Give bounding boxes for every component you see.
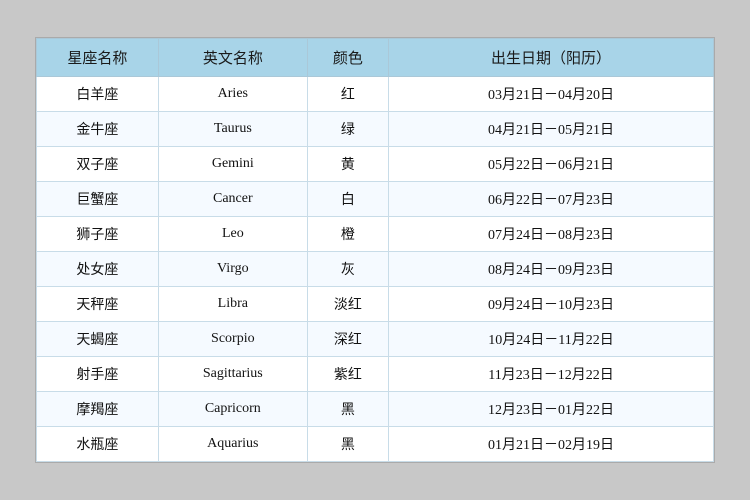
- cell-cn: 处女座: [37, 252, 159, 287]
- cell-cn: 白羊座: [37, 77, 159, 112]
- cell-color: 淡红: [307, 287, 388, 322]
- table-row: 水瓶座Aquarius黑01月21日－02月19日: [37, 427, 714, 462]
- cell-cn: 巨蟹座: [37, 182, 159, 217]
- cell-cn: 双子座: [37, 147, 159, 182]
- cell-cn: 射手座: [37, 357, 159, 392]
- cell-en: Gemini: [158, 147, 307, 182]
- cell-cn: 水瓶座: [37, 427, 159, 462]
- table-row: 狮子座Leo橙07月24日－08月23日: [37, 217, 714, 252]
- cell-cn: 狮子座: [37, 217, 159, 252]
- cell-date: 04月21日－05月21日: [389, 112, 714, 147]
- cell-en: Aquarius: [158, 427, 307, 462]
- cell-en: Aries: [158, 77, 307, 112]
- cell-en: Taurus: [158, 112, 307, 147]
- cell-color: 红: [307, 77, 388, 112]
- table-row: 处女座Virgo灰08月24日－09月23日: [37, 252, 714, 287]
- cell-color: 白: [307, 182, 388, 217]
- cell-en: Scorpio: [158, 322, 307, 357]
- table-header-row: 星座名称 英文名称 颜色 出生日期（阳历）: [37, 39, 714, 77]
- cell-date: 09月24日－10月23日: [389, 287, 714, 322]
- header-color: 颜色: [307, 39, 388, 77]
- cell-color: 深红: [307, 322, 388, 357]
- cell-date: 08月24日－09月23日: [389, 252, 714, 287]
- cell-cn: 金牛座: [37, 112, 159, 147]
- table-row: 白羊座Aries红03月21日－04月20日: [37, 77, 714, 112]
- cell-date: 10月24日－11月22日: [389, 322, 714, 357]
- table-row: 射手座Sagittarius紫红11月23日－12月22日: [37, 357, 714, 392]
- cell-date: 12月23日－01月22日: [389, 392, 714, 427]
- cell-cn: 天秤座: [37, 287, 159, 322]
- table-row: 天蝎座Scorpio深红10月24日－11月22日: [37, 322, 714, 357]
- cell-date: 11月23日－12月22日: [389, 357, 714, 392]
- cell-date: 03月21日－04月20日: [389, 77, 714, 112]
- cell-cn: 摩羯座: [37, 392, 159, 427]
- cell-cn: 天蝎座: [37, 322, 159, 357]
- cell-date: 06月22日－07月23日: [389, 182, 714, 217]
- cell-en: Virgo: [158, 252, 307, 287]
- cell-en: Leo: [158, 217, 307, 252]
- cell-color: 黑: [307, 427, 388, 462]
- table-row: 双子座Gemini黄05月22日－06月21日: [37, 147, 714, 182]
- header-cn: 星座名称: [37, 39, 159, 77]
- cell-color: 黄: [307, 147, 388, 182]
- zodiac-table: 星座名称 英文名称 颜色 出生日期（阳历） 白羊座Aries红03月21日－04…: [36, 38, 714, 462]
- cell-date: 05月22日－06月21日: [389, 147, 714, 182]
- cell-en: Cancer: [158, 182, 307, 217]
- cell-color: 绿: [307, 112, 388, 147]
- cell-en: Libra: [158, 287, 307, 322]
- cell-color: 紫红: [307, 357, 388, 392]
- cell-date: 07月24日－08月23日: [389, 217, 714, 252]
- cell-en: Sagittarius: [158, 357, 307, 392]
- cell-en: Capricorn: [158, 392, 307, 427]
- table-row: 金牛座Taurus绿04月21日－05月21日: [37, 112, 714, 147]
- cell-color: 黑: [307, 392, 388, 427]
- table-row: 摩羯座Capricorn黑12月23日－01月22日: [37, 392, 714, 427]
- cell-date: 01月21日－02月19日: [389, 427, 714, 462]
- cell-color: 灰: [307, 252, 388, 287]
- table-row: 巨蟹座Cancer白06月22日－07月23日: [37, 182, 714, 217]
- zodiac-table-container: 星座名称 英文名称 颜色 出生日期（阳历） 白羊座Aries红03月21日－04…: [35, 37, 715, 463]
- header-date: 出生日期（阳历）: [389, 39, 714, 77]
- header-en: 英文名称: [158, 39, 307, 77]
- table-row: 天秤座Libra淡红09月24日－10月23日: [37, 287, 714, 322]
- cell-color: 橙: [307, 217, 388, 252]
